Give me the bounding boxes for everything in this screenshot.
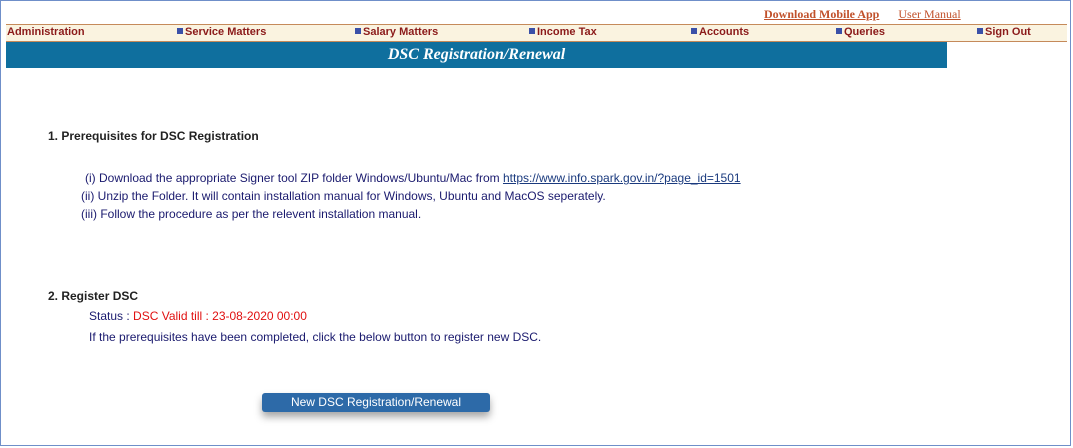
menu-bullet-icon bbox=[355, 28, 361, 34]
menu-label: Accounts bbox=[699, 26, 750, 38]
top-links: Download Mobile App User Manual bbox=[764, 7, 961, 21]
prerequisite-step-3: (iii) Follow the procedure as per the re… bbox=[81, 207, 422, 221]
new-dsc-registration-button[interactable]: New DSC Registration/Renewal bbox=[262, 393, 490, 412]
status-value: DSC Valid till : 23-08-2020 00:00 bbox=[133, 309, 307, 323]
step-text: (i) Download the appropriate Signer tool… bbox=[85, 171, 503, 185]
prerequisite-step-2: (ii) Unzip the Folder. It will contain i… bbox=[81, 189, 606, 203]
menu-item-sign-out[interactable]: Sign Out bbox=[977, 26, 1031, 38]
menu-item-accounts[interactable]: Accounts bbox=[691, 26, 749, 38]
menu-bullet-icon bbox=[529, 28, 535, 34]
menu-label: Service Matters bbox=[185, 26, 267, 38]
download-mobile-app-link[interactable]: Download Mobile App bbox=[764, 7, 879, 21]
prerequisites-heading: 1. Prerequisites for DSC Registration bbox=[48, 129, 259, 143]
page-frame: Download Mobile App User Manual Administ… bbox=[0, 0, 1071, 446]
main-menu-bar: Administration Service Matters Salary Ma… bbox=[6, 24, 1067, 42]
menu-item-queries[interactable]: Queries bbox=[836, 26, 885, 38]
menu-label: Administration bbox=[7, 26, 85, 38]
menu-bullet-icon bbox=[836, 28, 842, 34]
prerequisite-step-1: (i) Download the appropriate Signer tool… bbox=[85, 171, 741, 185]
menu-bullet-icon bbox=[691, 28, 697, 34]
menu-label: Income Tax bbox=[537, 26, 597, 38]
dsc-status: Status : DSC Valid till : 23-08-2020 00:… bbox=[89, 309, 307, 323]
menu-bullet-icon bbox=[977, 28, 983, 34]
register-dsc-heading: 2. Register DSC bbox=[48, 289, 139, 303]
menu-item-salary-matters[interactable]: Salary Matters bbox=[355, 26, 438, 38]
menu-item-income-tax[interactable]: Income Tax bbox=[529, 26, 597, 38]
menu-label: Sign Out bbox=[985, 26, 1031, 38]
menu-bullet-icon bbox=[177, 28, 183, 34]
user-manual-link[interactable]: User Manual bbox=[898, 7, 960, 21]
menu-item-administration[interactable]: Administration bbox=[7, 26, 85, 38]
register-instructions: If the prerequisites have been completed… bbox=[89, 330, 542, 344]
menu-label: Salary Matters bbox=[363, 26, 439, 38]
menu-label: Queries bbox=[844, 26, 885, 38]
status-label: Status : bbox=[89, 309, 134, 323]
signer-tool-download-link[interactable]: https://www.info.spark.gov.in/?page_id=1… bbox=[503, 171, 741, 185]
menu-item-service-matters[interactable]: Service Matters bbox=[177, 26, 266, 38]
page-title: DSC Registration/Renewal bbox=[6, 42, 947, 68]
